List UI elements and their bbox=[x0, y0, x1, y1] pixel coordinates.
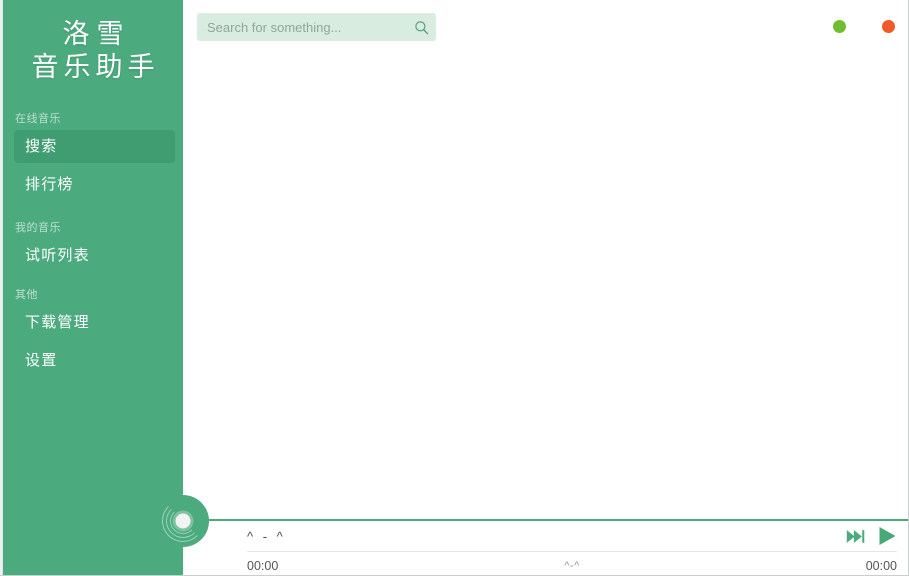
app-window: 洛雪 音乐助手 在线音乐 搜索 排行榜 我的音乐 试听列表 其他 下载管理 设置… bbox=[0, 0, 909, 576]
player-content: ^ - ^ 00:00 ^-^ 00:00 bbox=[247, 521, 897, 576]
disc-hub bbox=[175, 513, 191, 529]
sidebar-item-label: 排行榜 bbox=[25, 175, 74, 193]
top-bar bbox=[183, 0, 909, 55]
sidebar-item-download-manager[interactable]: 下载管理 bbox=[14, 306, 175, 339]
logo-line-2: 音乐助手 bbox=[31, 51, 160, 82]
track-row: ^ - ^ bbox=[247, 521, 897, 551]
track-title: ^ - ^ bbox=[247, 528, 286, 544]
sidebar: 洛雪 音乐助手 在线音乐 搜索 排行榜 我的音乐 试听列表 其他 下载管理 设置 bbox=[3, 0, 183, 576]
search-input[interactable] bbox=[197, 19, 406, 35]
skip-forward-icon bbox=[846, 529, 865, 543]
main-content bbox=[183, 55, 909, 519]
next-track-button[interactable] bbox=[846, 529, 865, 544]
sidebar-item-label: 下载管理 bbox=[25, 313, 90, 331]
nav-group-online-music: 在线音乐 搜索 排行榜 bbox=[3, 110, 183, 201]
time-row: 00:00 ^-^ 00:00 bbox=[247, 555, 897, 576]
lyric-line: ^-^ bbox=[564, 560, 580, 572]
play-icon bbox=[879, 527, 896, 545]
sidebar-item-label: 搜索 bbox=[25, 137, 58, 155]
sidebar-item-playlist[interactable]: 试听列表 bbox=[14, 239, 175, 272]
logo-line-1: 洛雪 bbox=[62, 19, 131, 49]
cd-disc-icon[interactable] bbox=[157, 495, 209, 547]
search-icon bbox=[414, 20, 428, 34]
nav-group-label-online-music: 在线音乐 bbox=[15, 112, 61, 125]
play-button[interactable] bbox=[878, 526, 897, 546]
sidebar-nav: 在线音乐 搜索 排行榜 我的音乐 试听列表 其他 下载管理 设置 bbox=[3, 110, 183, 377]
sidebar-item-label: 设置 bbox=[25, 351, 58, 369]
current-time: 00:00 bbox=[247, 559, 279, 573]
app-logo: 洛雪 音乐助手 bbox=[3, 18, 183, 84]
sidebar-item-label: 试听列表 bbox=[25, 246, 90, 264]
sidebar-item-settings[interactable]: 设置 bbox=[14, 344, 175, 377]
window-controls bbox=[833, 20, 895, 33]
sidebar-item-leaderboard[interactable]: 排行榜 bbox=[14, 168, 175, 201]
player-bar: ^ - ^ 00:00 ^-^ 00:00 bbox=[157, 495, 909, 576]
nav-group-label-other: 其他 bbox=[15, 288, 38, 301]
nav-group-label-my-music: 我的音乐 bbox=[15, 221, 61, 234]
sidebar-item-search[interactable]: 搜索 bbox=[14, 129, 175, 163]
search-button[interactable] bbox=[406, 13, 436, 41]
player-controls bbox=[846, 526, 897, 546]
progress-bar[interactable] bbox=[247, 551, 897, 552]
minimize-button[interactable] bbox=[833, 20, 846, 33]
nav-group-other: 其他 下载管理 设置 bbox=[3, 286, 183, 377]
search-box[interactable] bbox=[197, 13, 436, 41]
nav-group-my-music: 我的音乐 试听列表 bbox=[3, 219, 183, 272]
close-button[interactable] bbox=[882, 20, 895, 33]
total-time: 00:00 bbox=[865, 559, 897, 573]
